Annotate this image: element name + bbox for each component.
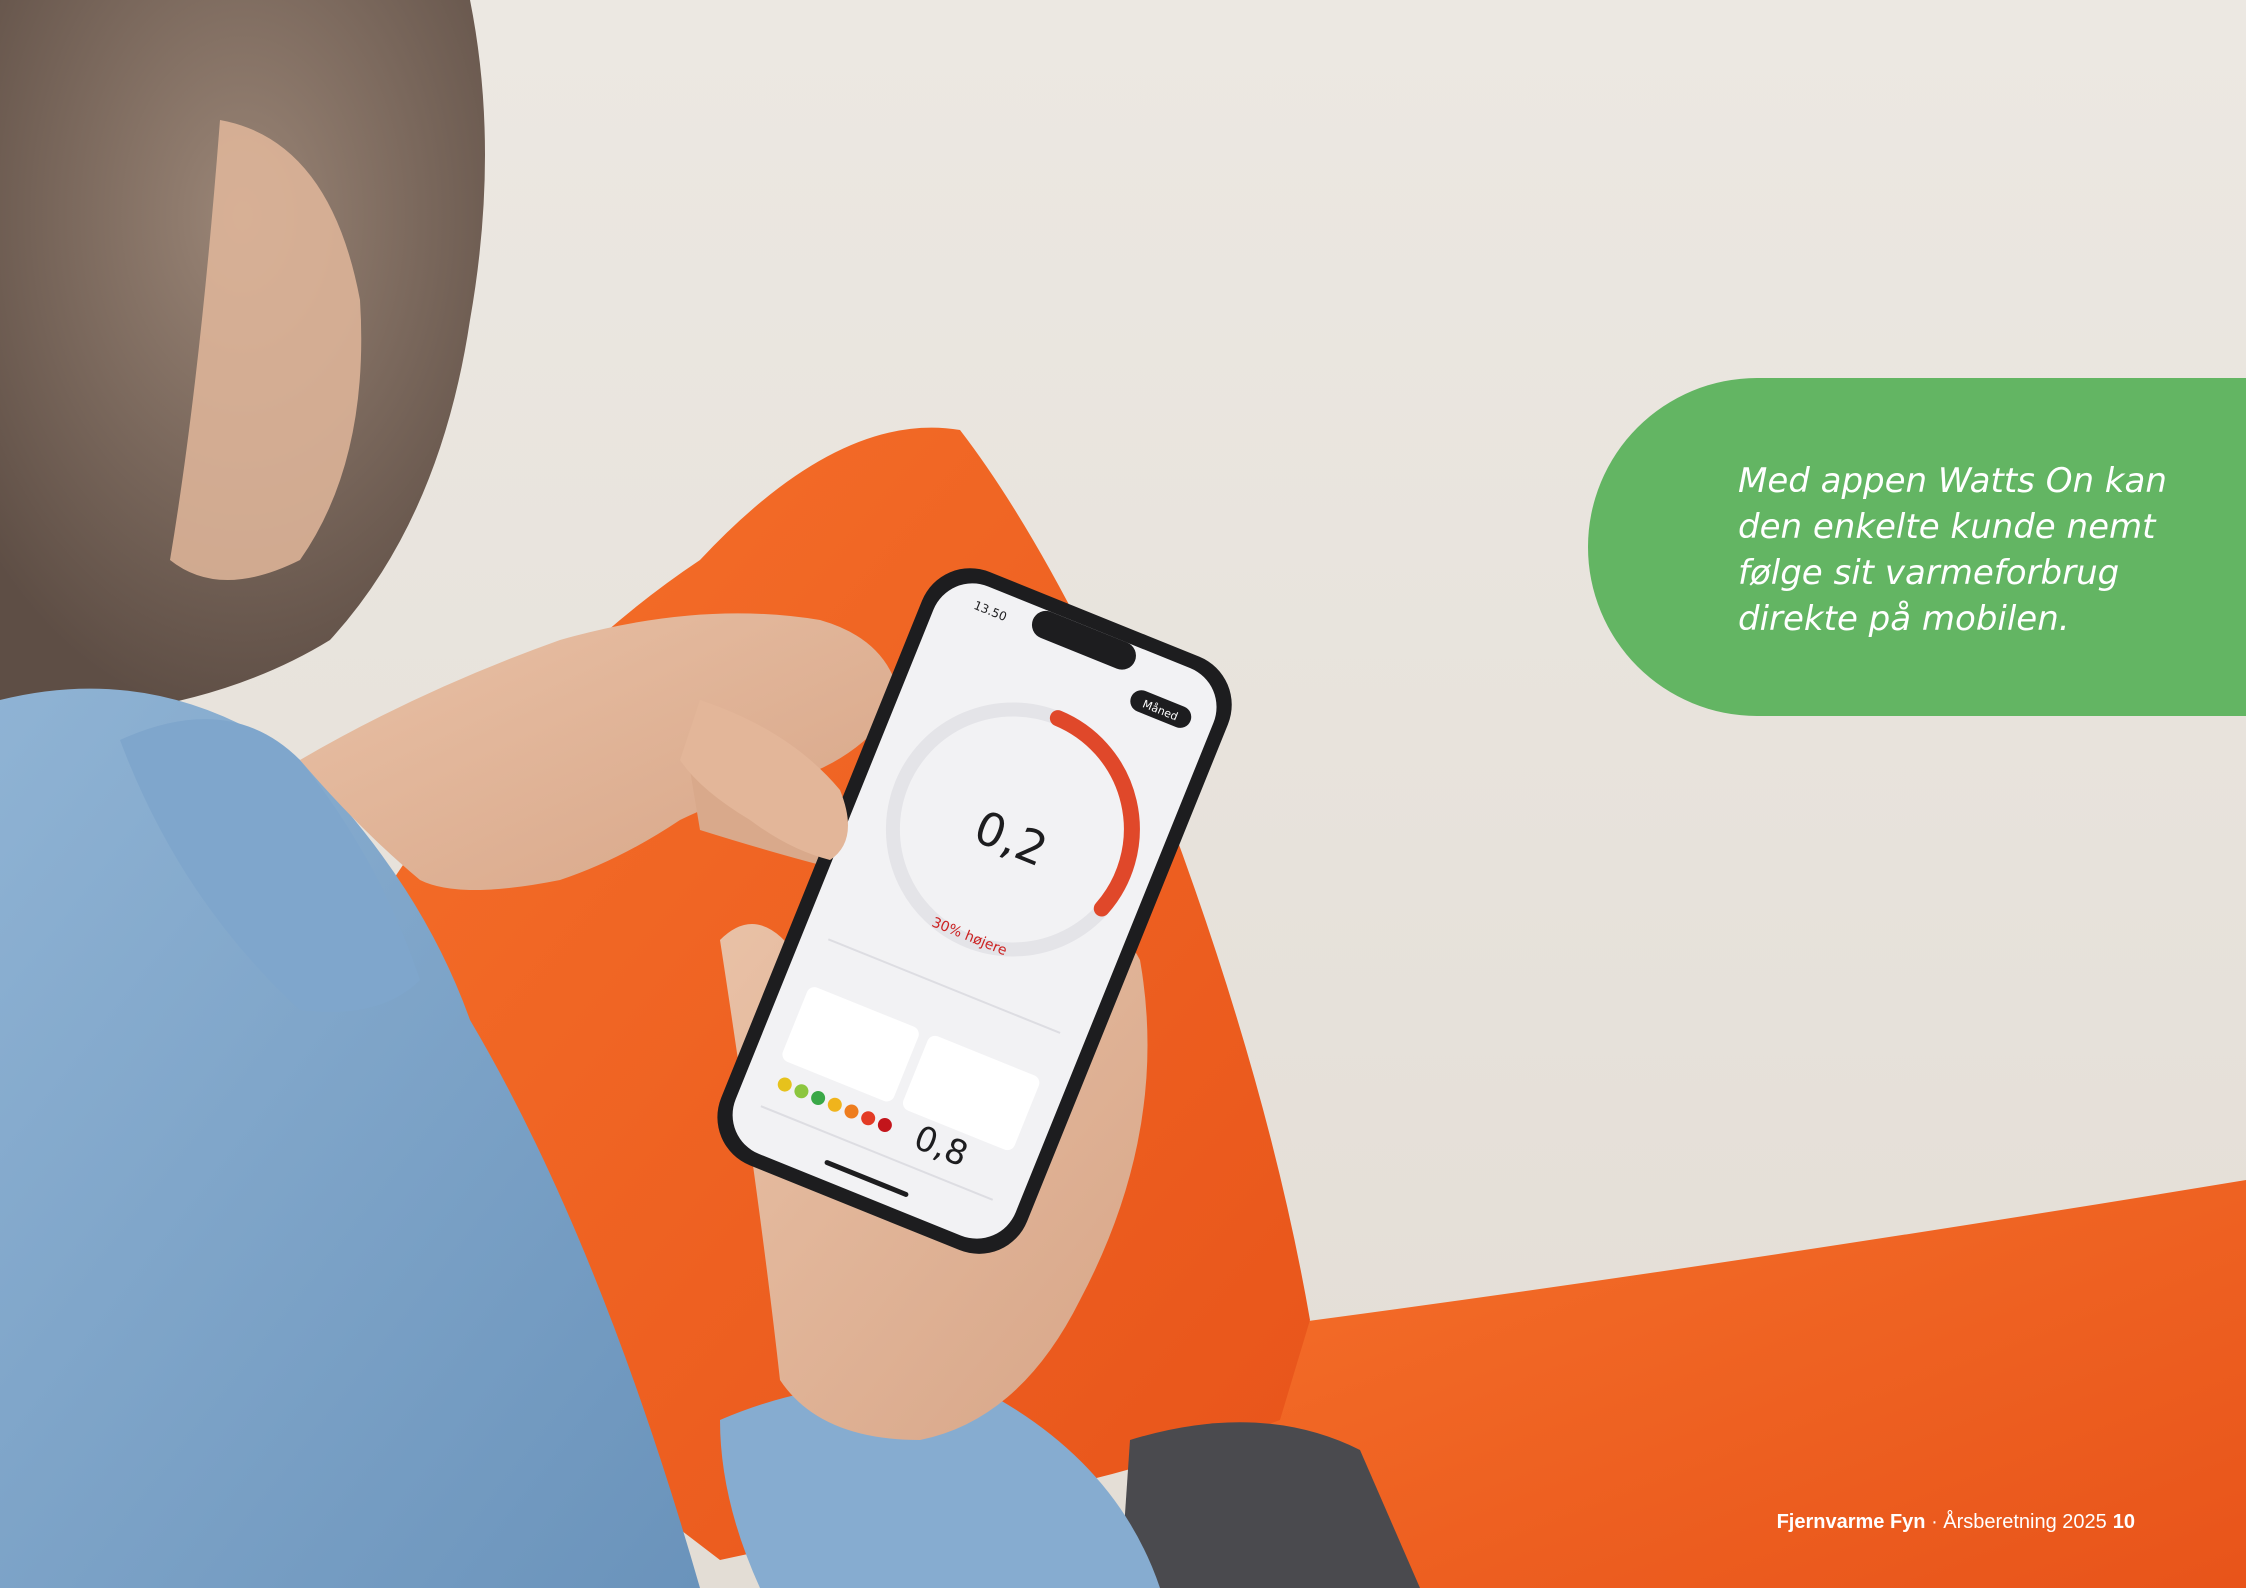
callout-text: Med appen Watts On kan den enkelte kunde… bbox=[1738, 461, 2167, 639]
page-footer: Fjernvarme Fyn · Årsberetning 2025 10 bbox=[1777, 1511, 2135, 1534]
photo-background: Måned 13.50 0,2 30% højere 0,8 bbox=[0, 0, 2246, 1588]
page: Måned 13.50 0,2 30% højere 0,8 Med appen… bbox=[0, 0, 2246, 1588]
callout-box: Med appen Watts On kan den enkelte kunde… bbox=[1588, 378, 2246, 716]
footer-report-title: Årsberetning 2025 bbox=[1943, 1511, 2107, 1533]
page-number: 10 bbox=[2112, 1511, 2135, 1533]
footer-separator: · bbox=[1925, 1511, 1944, 1533]
footer-brand: Fjernvarme Fyn bbox=[1776, 1511, 1926, 1533]
